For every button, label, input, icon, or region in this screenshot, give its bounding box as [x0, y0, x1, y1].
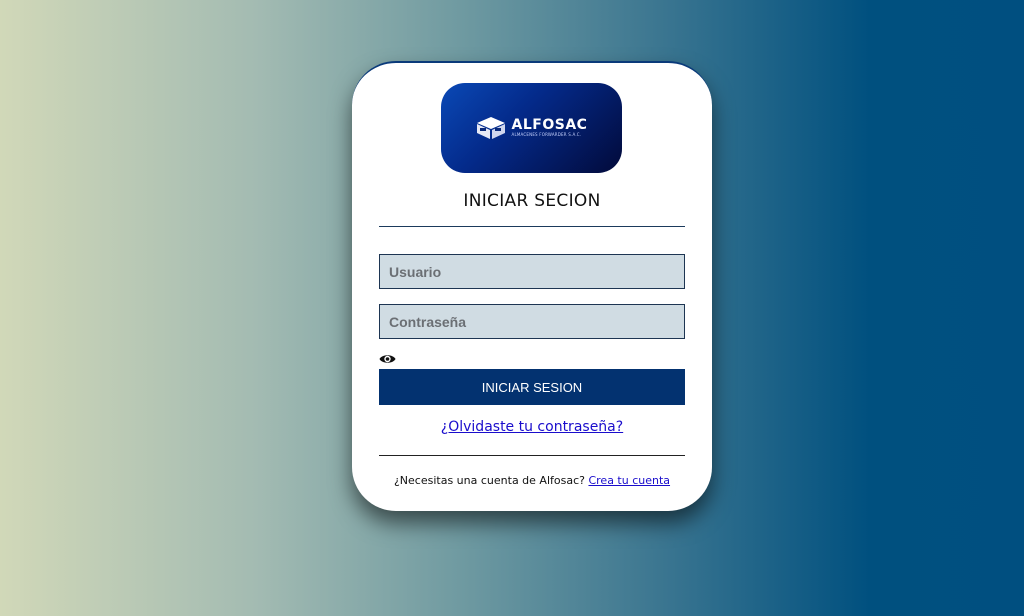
box-logo-icon — [476, 117, 505, 139]
forgot-password: ¿Olvidaste tu contraseña? — [352, 419, 712, 435]
footer-divider — [379, 455, 685, 456]
company-logo: ALFOSAC ALMACENES FORWARDER S.A.C. — [441, 83, 622, 173]
title-divider — [379, 226, 685, 227]
create-account-link[interactable]: Crea tu cuenta — [588, 474, 670, 487]
logo-name: ALFOSAC — [511, 117, 588, 133]
page-title: INICIAR SECION — [463, 191, 601, 211]
forgot-password-link[interactable]: ¿Olvidaste tu contraseña? — [441, 419, 623, 435]
signup-prompt: ¿Necesitas una cuenta de Alfosac? — [393, 474, 585, 487]
login-card: ALFOSAC ALMACENES FORWARDER S.A.C. INICI… — [352, 61, 712, 511]
login-button[interactable]: INICIAR SESION — [379, 369, 685, 405]
eye-icon[interactable] — [379, 353, 396, 365]
password-input[interactable] — [379, 304, 685, 339]
logo-text: ALFOSAC ALMACENES FORWARDER S.A.C. — [512, 118, 588, 138]
logo-subtitle: ALMACENES FORWARDER S.A.C. — [511, 132, 582, 137]
signup-row: ¿Necesitas una cuenta de Alfosac? Crea t… — [352, 474, 712, 487]
username-input[interactable] — [379, 254, 685, 289]
